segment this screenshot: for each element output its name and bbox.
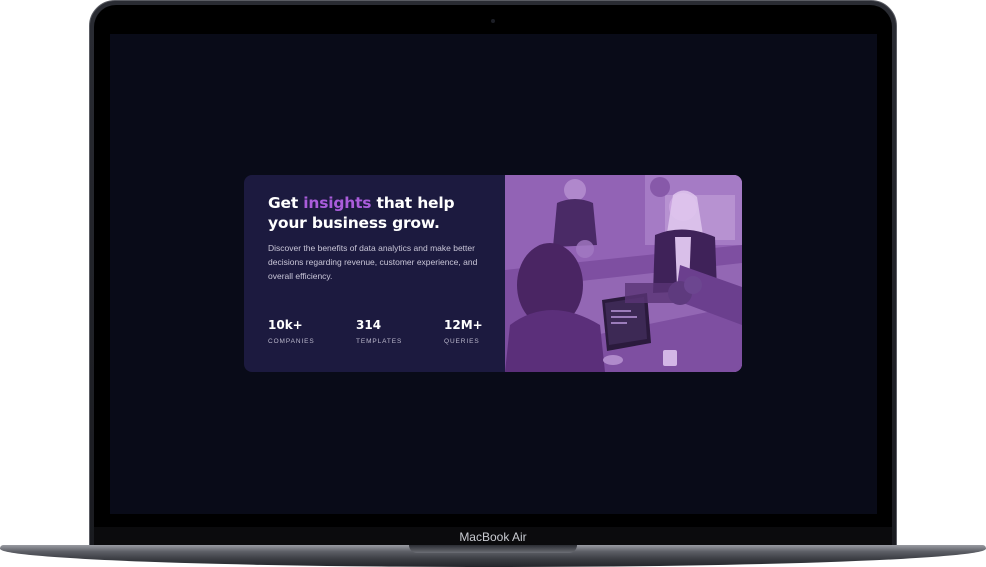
card-content: Get insights that help your business gro… (268, 193, 498, 283)
header-image (505, 175, 742, 372)
stat-label: QUERIES (444, 338, 480, 345)
stat-value: 10k+ (268, 318, 303, 332)
description: Discover the benefits of data analytics … (268, 243, 478, 281)
stats-preview-card: Get insights that help your business gro… (244, 175, 742, 372)
camera-icon (491, 19, 495, 23)
stat-companies: 10k+ COMPANIES (268, 318, 315, 345)
stat-label: COMPANIES (268, 338, 315, 345)
stat-queries: 12M+ QUERIES (444, 318, 483, 345)
stat-label: TEMPLATES (356, 338, 403, 345)
headline-accent: insights (303, 194, 372, 212)
office-photo-illustration (505, 175, 742, 372)
laptop-mockup: Get insights that help your business gro… (0, 0, 986, 567)
headline-start: Get (268, 194, 304, 212)
device-label: MacBook Air (459, 530, 527, 544)
stat-templates: 314 TEMPLATES (356, 318, 402, 345)
headline: Get insights that help your business gro… (268, 193, 498, 233)
screen: Get insights that help your business gro… (110, 34, 877, 514)
stat-value: 12M+ (444, 318, 483, 332)
stats-row: 10k+ COMPANIES 314 TEMPLATES 12M+ QUERIE… (268, 318, 508, 352)
trackpad-notch (409, 545, 577, 553)
stat-value: 314 (356, 318, 382, 332)
